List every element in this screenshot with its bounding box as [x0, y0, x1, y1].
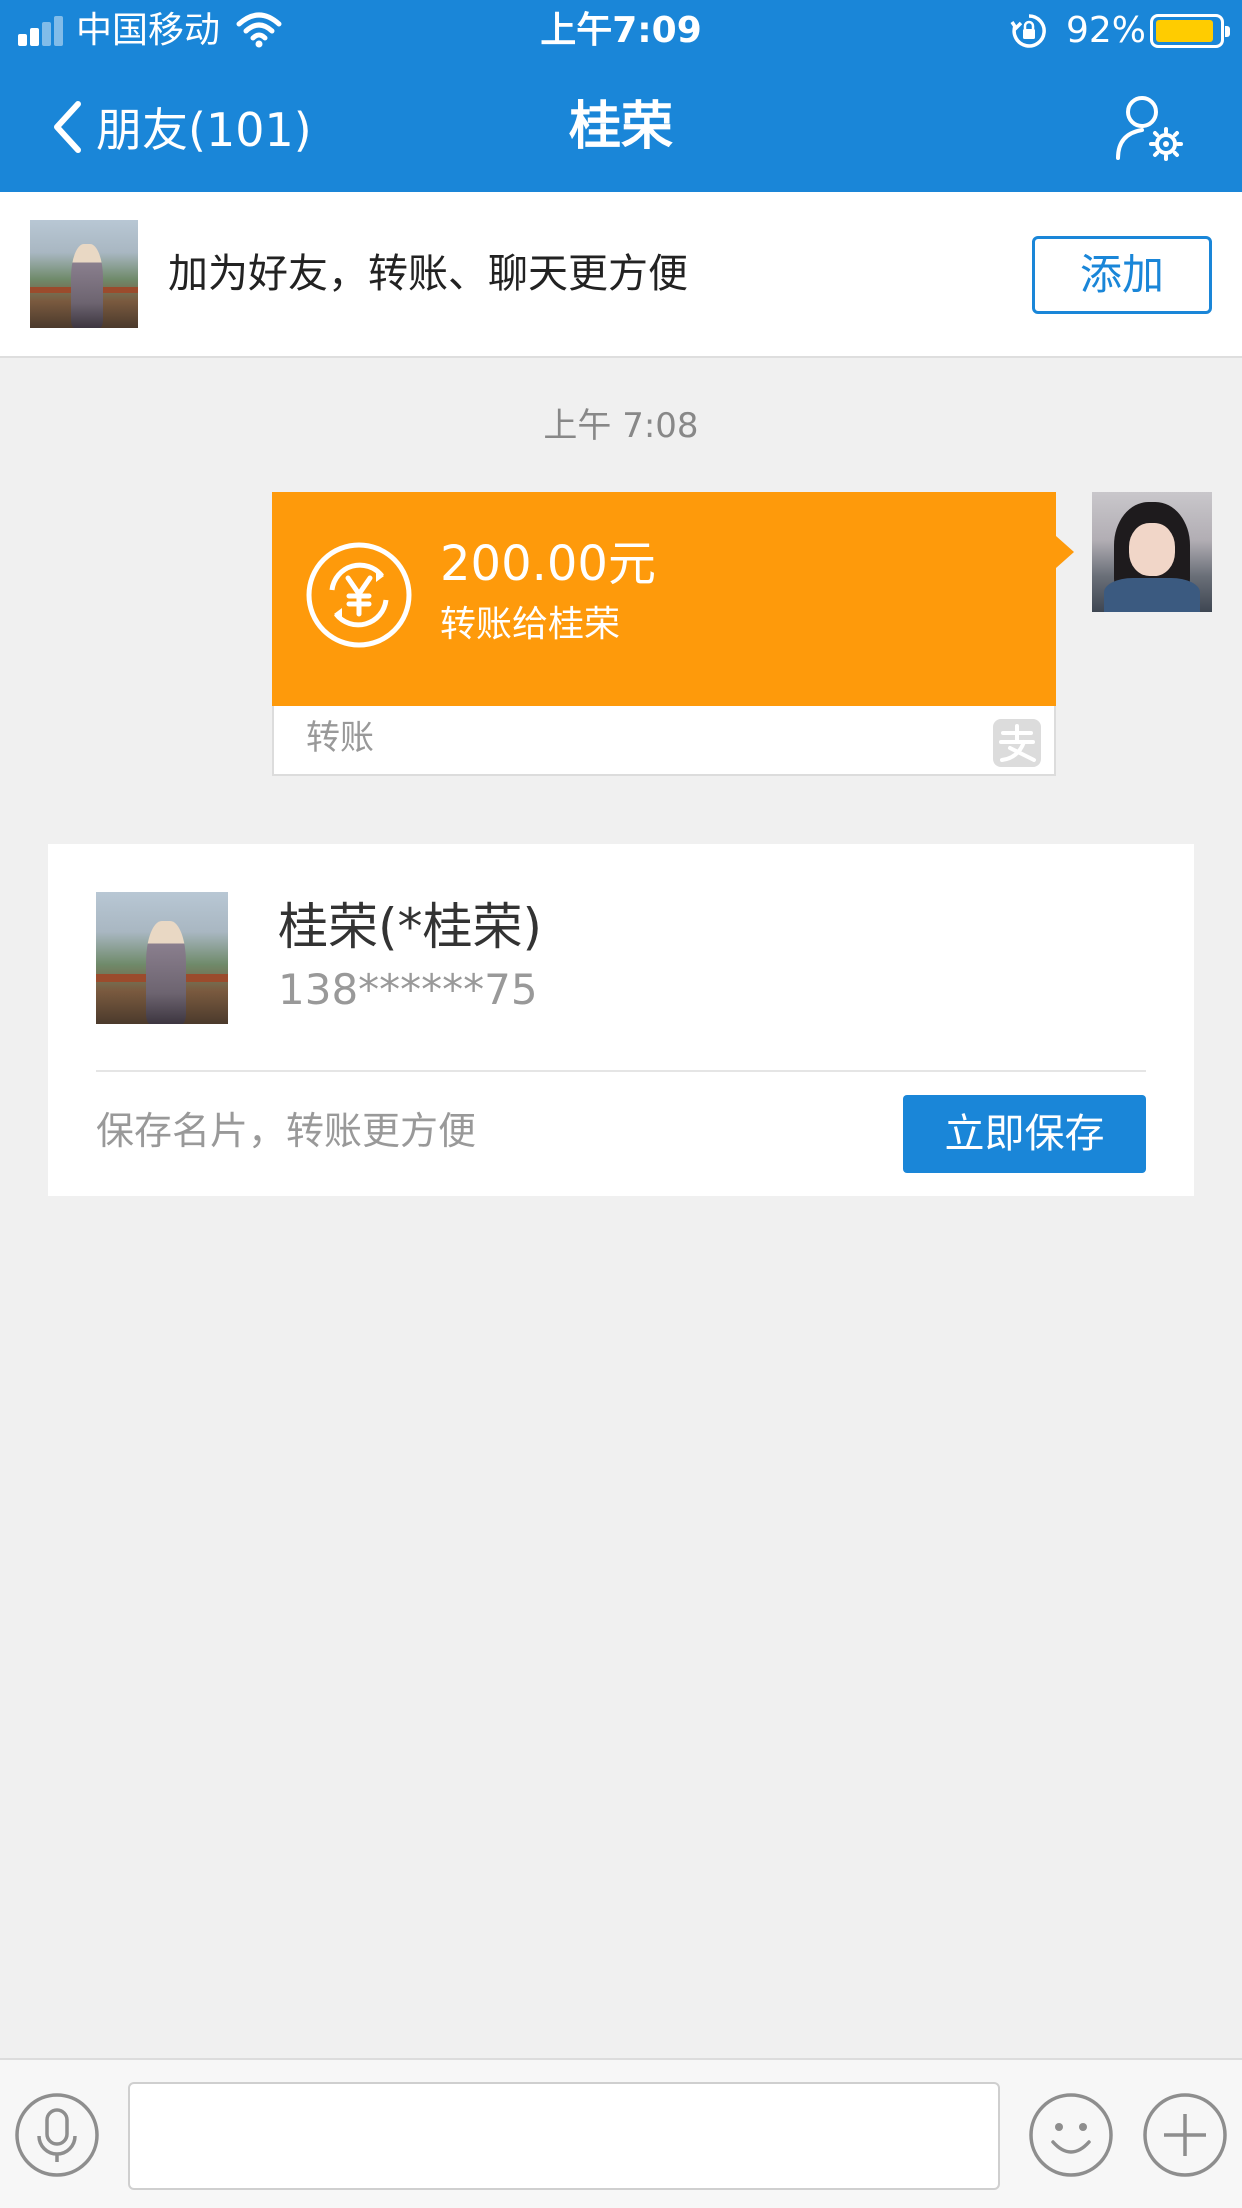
contact-phone: 138******75 [278, 965, 538, 1014]
back-button[interactable]: 朋友(101) [52, 94, 312, 160]
profile-settings-icon[interactable] [1110, 92, 1186, 164]
contact-card-avatar [96, 892, 228, 1024]
transfer-description: 转账给桂荣 [440, 604, 621, 645]
sender-avatar[interactable] [1092, 492, 1212, 612]
contact-name: 桂荣(*桂荣) [278, 898, 543, 956]
divider [96, 1070, 1146, 1072]
microphone-icon[interactable] [14, 2092, 100, 2178]
emoji-icon[interactable] [1028, 2092, 1114, 2178]
battery-icon [1150, 14, 1230, 48]
status-bar: 中国移动 上午7:09 92% [0, 0, 1242, 62]
add-friend-hint: 加为好友，转账、聊天更方便 [168, 251, 688, 297]
message-timestamp: 上午 7:08 [543, 406, 699, 446]
battery-percent: 92% [1066, 10, 1147, 51]
status-time: 上午7:09 [540, 10, 702, 51]
nav-bar: 朋友(101) 桂荣 [0, 62, 1242, 192]
chevron-left-icon [54, 101, 81, 153]
back-label: 朋友(101) [96, 103, 312, 157]
transfer-amount: 200.00元 [440, 536, 656, 592]
contact-card[interactable]: 桂荣(*桂荣) 138******75 保存名片，转账更方便 立即保存 [48, 844, 1194, 1196]
battery-level [1156, 20, 1214, 42]
alipay-icon [993, 719, 1041, 767]
transfer-message[interactable]: 200.00元 转账给桂荣 转账 [272, 492, 1074, 776]
rotation-lock-icon [1010, 14, 1046, 48]
save-contact-hint: 保存名片，转账更方便 [96, 1109, 477, 1153]
save-contact-button[interactable]: 立即保存 [903, 1095, 1146, 1173]
transfer-type-label: 转账 [306, 718, 374, 758]
message-input-bar [0, 2058, 1242, 2208]
add-friend-button[interactable]: 添加 [1032, 236, 1212, 314]
transfer-yuan-icon [306, 542, 412, 648]
top-bar: 中国移动 上午7:09 92% 朋友(101) 桂荣 [0, 0, 1242, 192]
contact-avatar[interactable] [30, 220, 138, 328]
plus-icon[interactable] [1142, 2092, 1228, 2178]
transfer-message-header: 200.00元 转账给桂荣 [272, 492, 1074, 706]
message-input[interactable] [128, 2082, 1000, 2190]
add-friend-banner: 加为好友，转账、聊天更方便 添加 [0, 192, 1242, 358]
